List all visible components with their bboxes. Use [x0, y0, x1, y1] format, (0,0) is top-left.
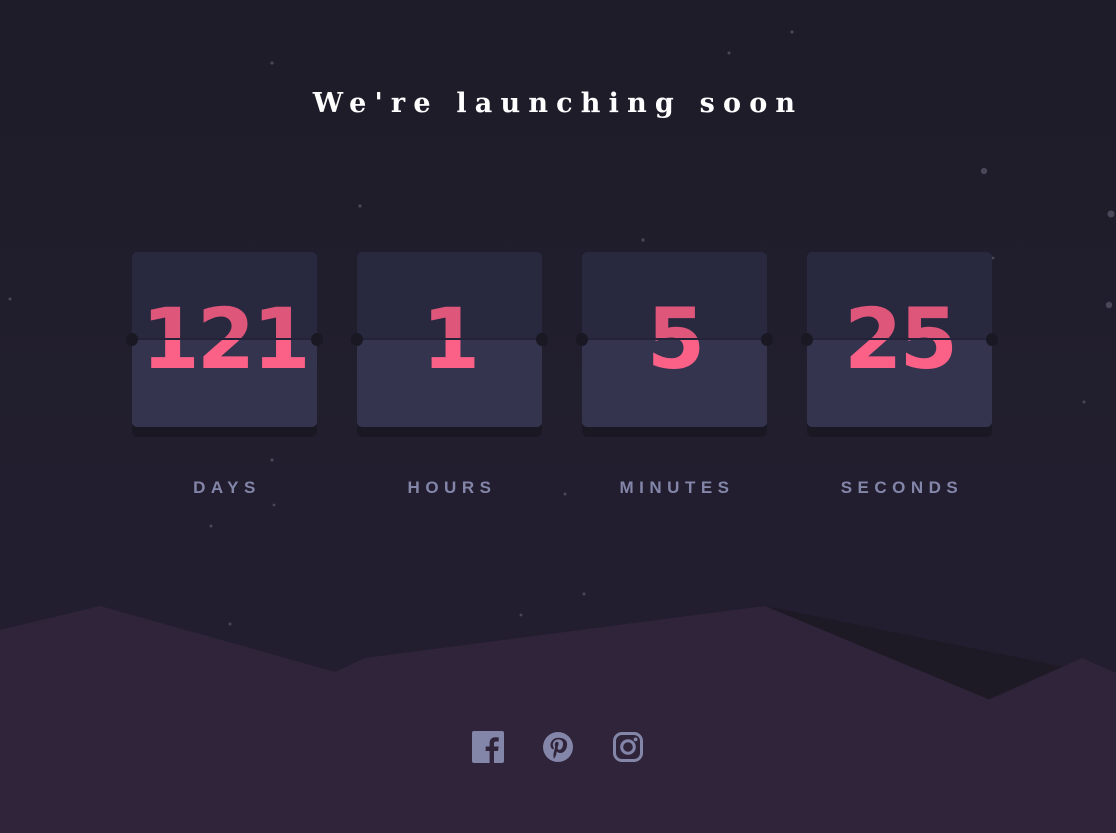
flip-card: 5	[576, 252, 773, 437]
countdown-days: 121 DAYS	[126, 252, 323, 497]
card-fold-line	[132, 338, 317, 340]
card-notch-right	[536, 333, 548, 346]
countdown-label: DAYS	[193, 478, 261, 497]
card-notch-left	[126, 333, 138, 346]
card-notch-left	[801, 333, 813, 346]
page-title: We're launching soon	[312, 88, 804, 119]
card-notch-left	[351, 333, 363, 346]
card-notch-left	[576, 333, 588, 346]
flip-card: 1	[351, 252, 548, 437]
card-top-shade	[132, 252, 317, 339]
instagram-icon[interactable]	[612, 731, 644, 763]
card-fold-line	[807, 338, 992, 340]
countdown-minutes: 5 MINUTES	[576, 252, 773, 497]
countdown-seconds: 25 SECONDS	[801, 252, 998, 497]
pinterest-icon[interactable]	[542, 731, 574, 763]
card-top-shade	[807, 252, 992, 339]
card-fold-line	[582, 338, 767, 340]
countdown-label: HOURS	[407, 478, 497, 497]
card-notch-right	[986, 333, 998, 346]
countdown-hours: 1 HOURS	[351, 252, 548, 497]
card-fold-line	[357, 338, 542, 340]
countdown-label: SECONDS	[840, 478, 964, 497]
flip-card: 25	[801, 252, 998, 437]
social-links	[0, 731, 1116, 763]
card-top-shade	[357, 252, 542, 339]
card-notch-right	[311, 333, 323, 346]
card-notch-right	[761, 333, 773, 346]
flip-card: 121	[126, 252, 323, 437]
countdown-label: MINUTES	[619, 478, 735, 497]
card-top-shade	[582, 252, 767, 339]
facebook-icon[interactable]	[472, 731, 504, 763]
hills-background	[0, 605, 1116, 833]
